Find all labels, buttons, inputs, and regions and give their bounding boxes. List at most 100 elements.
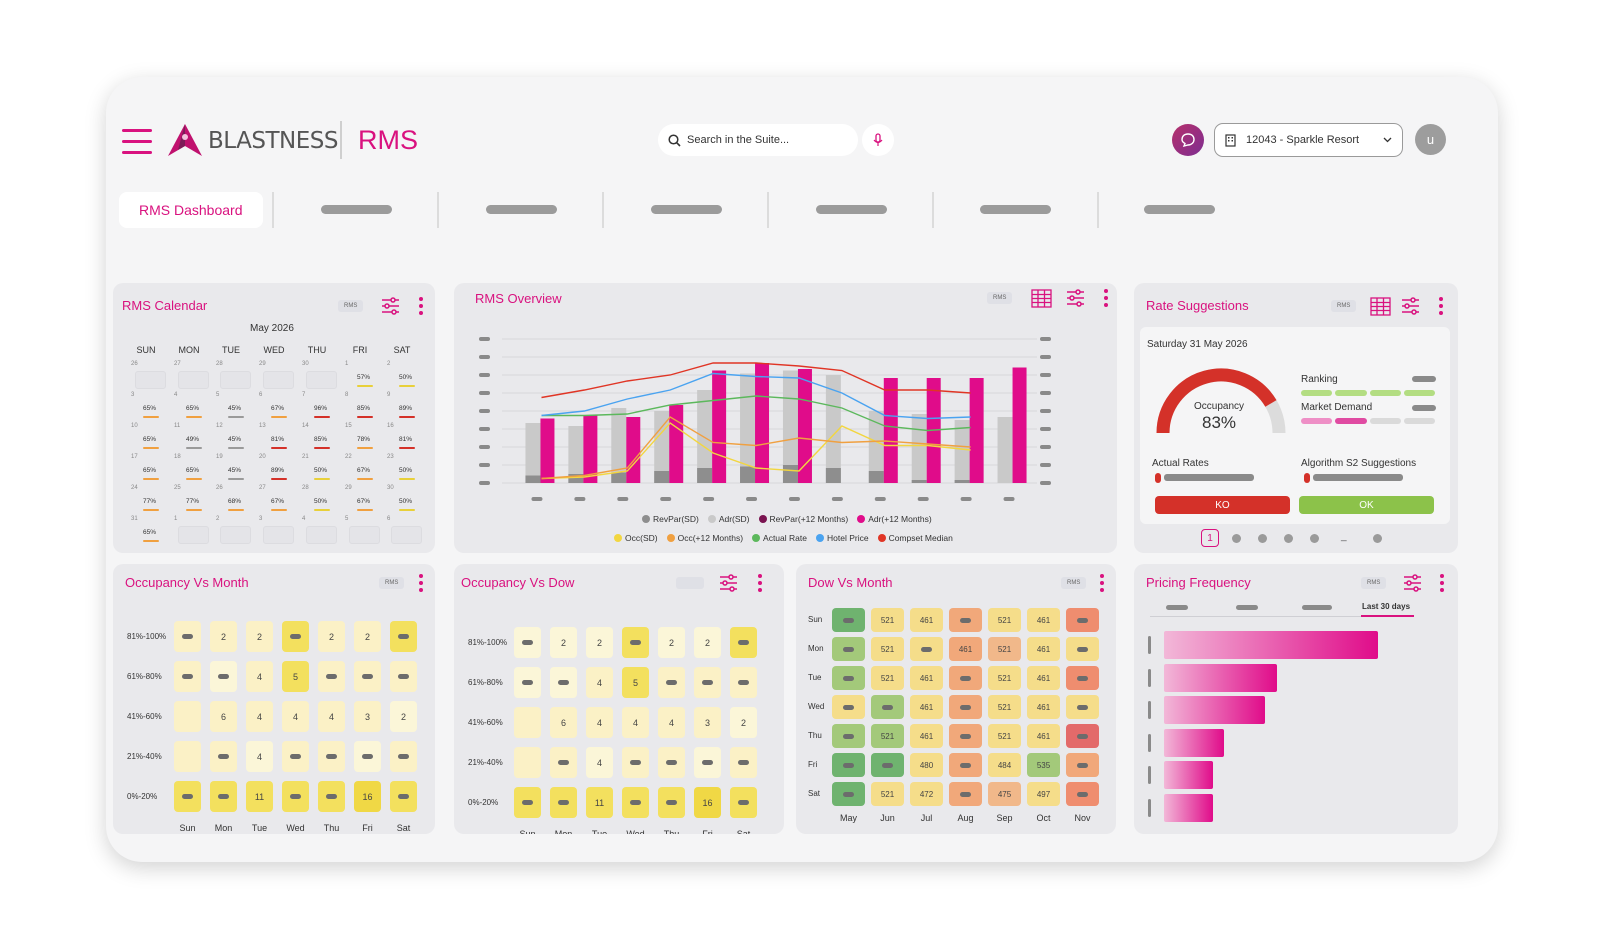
tab-placeholder[interactable] [486, 205, 557, 214]
calendar-day-occupancy[interactable]: 78% [357, 436, 370, 443]
heatmap-cell[interactable]: 461 [910, 608, 943, 632]
calendar-day-occupancy[interactable]: 77% [143, 498, 156, 505]
heatmap-cell[interactable] [658, 667, 685, 698]
pagination-current[interactable]: 1 [1201, 529, 1219, 547]
calendar-day-empty[interactable] [306, 526, 337, 544]
heatmap-cell[interactable]: 2 [694, 627, 721, 658]
heatmap-cell[interactable] [318, 781, 345, 812]
heatmap-cell[interactable] [730, 747, 757, 778]
heatmap-cell[interactable]: 4 [622, 707, 649, 738]
heatmap-cell[interactable] [354, 741, 381, 772]
heatmap-cell[interactable]: 2 [354, 621, 381, 652]
heatmap-cell[interactable] [832, 637, 865, 661]
heatmap-cell[interactable]: 521 [988, 724, 1021, 748]
heatmap-cell[interactable]: 4 [282, 701, 309, 732]
frequency-bar[interactable] [1164, 728, 1224, 757]
frequency-bar[interactable] [1164, 696, 1265, 724]
heatmap-cell[interactable]: 2 [210, 621, 237, 652]
heatmap-cell[interactable] [832, 666, 865, 690]
heatmap-cell[interactable]: 461 [949, 637, 982, 661]
tab-placeholder[interactable] [651, 205, 722, 214]
pricing-tab-active[interactable]: Last 30 days [1362, 602, 1410, 611]
calendar-day-empty[interactable] [391, 526, 422, 544]
filter-sliders-icon[interactable] [719, 574, 738, 592]
heatmap-cell[interactable] [174, 621, 201, 652]
heatmap-cell[interactable] [949, 666, 982, 690]
menu-icon[interactable] [122, 129, 152, 162]
calendar-day-occupancy[interactable]: 65% [186, 405, 199, 412]
heatmap-cell[interactable] [832, 724, 865, 748]
heatmap-cell[interactable]: 11 [246, 781, 273, 812]
filter-sliders-icon[interactable] [381, 297, 400, 315]
heatmap-cell[interactable]: 5 [622, 667, 649, 698]
heatmap-cell[interactable]: 4 [586, 667, 613, 698]
heatmap-cell[interactable]: 484 [988, 753, 1021, 777]
tab-placeholder[interactable] [980, 205, 1051, 214]
calendar-day-occupancy[interactable]: 67% [271, 498, 284, 505]
heatmap-cell[interactable] [282, 621, 309, 652]
calendar-day-occupancy[interactable]: 50% [399, 467, 412, 474]
user-avatar[interactable]: u [1415, 124, 1446, 155]
heatmap-cell[interactable] [1066, 608, 1099, 632]
heatmap-cell[interactable] [514, 787, 541, 818]
pagination-dot[interactable] [1310, 534, 1319, 543]
heatmap-cell[interactable]: 16 [354, 781, 381, 812]
heatmap-cell[interactable]: 16 [694, 787, 721, 818]
heatmap-cell[interactable] [658, 747, 685, 778]
heatmap-cell[interactable] [871, 753, 904, 777]
heatmap-cell[interactable] [174, 781, 201, 812]
ok-button[interactable]: OK [1299, 496, 1434, 514]
heatmap-cell[interactable] [949, 695, 982, 719]
heatmap-cell[interactable] [1066, 782, 1099, 806]
heatmap-cell[interactable] [390, 661, 417, 692]
heatmap-cell[interactable]: 2 [586, 627, 613, 658]
heatmap-cell[interactable]: 521 [871, 724, 904, 748]
calendar-day-occupancy[interactable]: 67% [271, 405, 284, 412]
heatmap-cell[interactable] [832, 782, 865, 806]
heatmap-cell[interactable]: 2 [318, 621, 345, 652]
pagination-dot[interactable] [1232, 534, 1241, 543]
pagination-dot[interactable] [1258, 534, 1267, 543]
calendar-day-occupancy[interactable]: 50% [314, 467, 327, 474]
heatmap-cell[interactable] [174, 661, 201, 692]
table-view-icon[interactable] [1031, 289, 1052, 308]
heatmap-cell[interactable]: 2 [550, 627, 577, 658]
calendar-day-empty[interactable] [263, 526, 294, 544]
heatmap-cell[interactable]: 521 [988, 637, 1021, 661]
heatmap-cell[interactable]: 5 [282, 661, 309, 692]
heatmap-cell[interactable] [1066, 753, 1099, 777]
heatmap-cell[interactable] [871, 695, 904, 719]
heatmap-cell[interactable]: 461 [1027, 695, 1060, 719]
heatmap-cell[interactable] [1066, 637, 1099, 661]
heatmap-cell[interactable] [949, 782, 982, 806]
heatmap-cell[interactable] [949, 608, 982, 632]
heatmap-cell[interactable]: 3 [354, 701, 381, 732]
heatmap-cell[interactable] [282, 741, 309, 772]
heatmap-cell[interactable] [949, 753, 982, 777]
pricing-tab-placeholder[interactable] [1302, 605, 1332, 610]
calendar-day-occupancy[interactable]: 68% [228, 498, 241, 505]
more-menu-icon[interactable] [419, 297, 423, 318]
pagination-dot[interactable] [1373, 534, 1382, 543]
filter-sliders-icon[interactable] [1066, 289, 1085, 307]
heatmap-cell[interactable] [210, 781, 237, 812]
tab-placeholder[interactable] [1144, 205, 1215, 214]
heatmap-cell[interactable] [949, 724, 982, 748]
frequency-bar[interactable] [1164, 793, 1214, 822]
heatmap-cell[interactable]: 2 [730, 707, 757, 738]
heatmap-cell[interactable]: 4 [586, 707, 613, 738]
calendar-day-occupancy[interactable]: 89% [399, 405, 412, 412]
heatmap-cell[interactable]: 472 [910, 782, 943, 806]
heatmap-cell[interactable]: 521 [871, 666, 904, 690]
heatmap-cell[interactable] [832, 695, 865, 719]
heatmap-cell[interactable] [318, 741, 345, 772]
pricing-tab-placeholder[interactable] [1236, 605, 1258, 610]
heatmap-cell[interactable] [282, 781, 309, 812]
heatmap-cell[interactable]: 2 [390, 701, 417, 732]
heatmap-cell[interactable]: 521 [988, 666, 1021, 690]
heatmap-cell[interactable]: 461 [910, 695, 943, 719]
heatmap-cell[interactable] [390, 621, 417, 652]
filter-sliders-icon[interactable] [1401, 297, 1420, 315]
heatmap-cell[interactable] [550, 787, 577, 818]
heatmap-cell[interactable]: 3 [694, 707, 721, 738]
